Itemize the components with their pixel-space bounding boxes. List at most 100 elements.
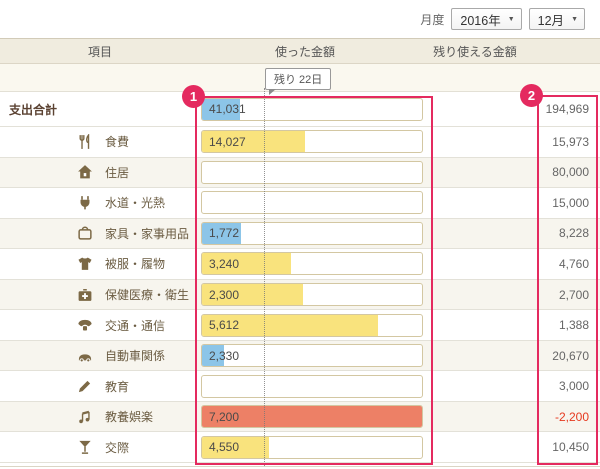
used-amount-cell: 1,772 [200,222,430,245]
remaining-amount-value: 4,760 [430,257,600,271]
category-row: 交際 4,550 10,450 [0,432,600,463]
column-header-remaining-amount: 残り使える金額 [430,43,600,60]
category-label: 交通・通信 [105,317,165,334]
used-amount-value: 4,550 [209,440,239,454]
used-amount-value: 2,300 [209,288,239,302]
remaining-amount-value: 80,000 [430,165,600,179]
days-remaining-tooltip: 残り 22日 [265,68,331,90]
caret-down-icon: ▼ [571,16,578,23]
budget-progress-bar: 41,031 [201,98,423,121]
budget-progress-bar: 3,240 [201,252,423,275]
remaining-amount-value: 1,388 [430,318,600,332]
year-select[interactable]: 2016年 ▼ [451,8,521,30]
plug-icon [77,195,93,211]
column-header-item: 項目 [0,43,200,60]
used-amount-cell [200,191,430,214]
category-cell: 家具・家事用品 [0,225,200,242]
category-row: 交通・通信 5,612 1,388 [0,310,600,341]
annotation-badge-1: 1 [182,85,205,108]
used-amount-cell: 2,330 [200,344,430,367]
month-select[interactable]: 12月 ▼ [529,8,585,30]
remaining-amount-value: 2,700 [430,288,600,302]
fork-knife-icon [77,134,93,150]
budget-progress-bar: 7,200 [201,405,423,428]
used-amount-cell: 14,027 [200,130,430,153]
category-cell: 交際 [0,439,200,456]
category-row: 自動車関係 2,330 20,670 [0,341,600,372]
used-amount-value: 14,027 [209,135,246,149]
first-aid-icon [77,287,93,303]
music-note-icon [77,409,93,425]
basket-icon [77,225,93,241]
remaining-amount-value: 15,973 [430,135,600,149]
category-label: 教養娯楽 [105,408,153,425]
remaining-amount-value: 20,670 [430,349,600,363]
budget-progress-bar: 1,772 [201,222,423,245]
caret-down-icon: ▼ [508,16,515,23]
category-row: 保健医療・衛生 2,300 2,700 [0,280,600,311]
table-bottom-border [0,466,600,467]
remaining-amount-value: -2,200 [430,410,600,424]
year-select-value: 2016年 [460,10,500,29]
period-label: 月度 [420,11,444,28]
category-label: 支出合計 [9,101,57,118]
category-cell: 保健医療・衛生 [0,286,200,303]
used-amount-cell: 2,300 [200,283,430,306]
budget-progress-bar: 2,330 [201,344,423,367]
total-row: 支出合計 41,031 194,969 [0,92,600,127]
category-label: 食費 [105,133,129,150]
table-body: 支出合計 41,031 194,969 食費 14,027 15,973 住居 80,000 水… [0,92,600,463]
budget-progress-bar: 4,550 [201,436,423,459]
category-cell: 住居 [0,164,200,181]
used-amount-value: 41,031 [209,102,246,116]
category-label: 交際 [105,439,129,456]
category-cell: 教育 [0,378,200,395]
category-cell: 交通・通信 [0,317,200,334]
category-label: 保健医療・衛生 [105,286,189,303]
budget-progress-bar: 5,612 [201,314,423,337]
used-amount-cell: 41,031 [200,98,430,121]
used-amount-cell [200,161,430,184]
period-selector: 月度 2016年 ▼ 12月 ▼ [420,8,585,30]
cocktail-icon [77,439,93,455]
remaining-amount-value: 10,450 [430,440,600,454]
category-row: 教養娯楽 7,200 -2,200 [0,402,600,433]
used-amount-value: 2,330 [209,349,239,363]
house-icon [77,164,93,180]
month-select-value: 12月 [538,10,564,29]
remaining-amount-value: 194,969 [430,102,600,116]
phone-icon [77,317,93,333]
remaining-amount-value: 3,000 [430,379,600,393]
category-row: 教育 3,000 [0,371,600,402]
used-amount-cell: 5,612 [200,314,430,337]
remaining-amount-value: 8,228 [430,226,600,240]
used-amount-value: 5,612 [209,318,239,332]
category-row: 食費 14,027 15,973 [0,127,600,158]
budget-table: 項目 使った金額 残り使える金額 残り 22日 支出合計 41,031 194,96… [0,38,600,463]
column-header-used-amount: 使った金額 [200,43,430,60]
used-amount-cell [200,375,430,398]
category-label: 家具・家事用品 [105,225,189,242]
used-amount-cell: 3,240 [200,252,430,275]
category-cell: 支出合計 [0,101,200,118]
category-cell: 被服・履物 [0,255,200,272]
budget-progress-bar [201,375,423,398]
category-cell: 教養娯楽 [0,408,200,425]
budget-progress-bar [201,191,423,214]
used-amount-value: 1,772 [209,226,239,240]
table-header-row: 項目 使った金額 残り使える金額 [0,38,600,64]
used-amount-value: 7,200 [209,410,239,424]
category-label: 水道・光熱 [105,194,165,211]
pace-band: 残り 22日 [0,64,600,92]
used-amount-cell: 7,200 [200,405,430,428]
category-row: 被服・履物3,240 4,760 [0,249,600,280]
remaining-amount-value: 15,000 [430,196,600,210]
category-row: 水道・光熱 15,000 [0,188,600,219]
category-label: 教育 [105,378,129,395]
annotation-badge-2: 2 [520,84,543,107]
budget-page: 月度 2016年 ▼ 12月 ▼ 項目 使った金額 残り使える金額 残り 22日… [0,0,600,469]
category-cell: 自動車関係 [0,347,200,364]
category-label: 住居 [105,164,129,181]
pencil-icon [77,378,93,394]
category-row: 家具・家事用品 1,772 8,228 [0,219,600,250]
